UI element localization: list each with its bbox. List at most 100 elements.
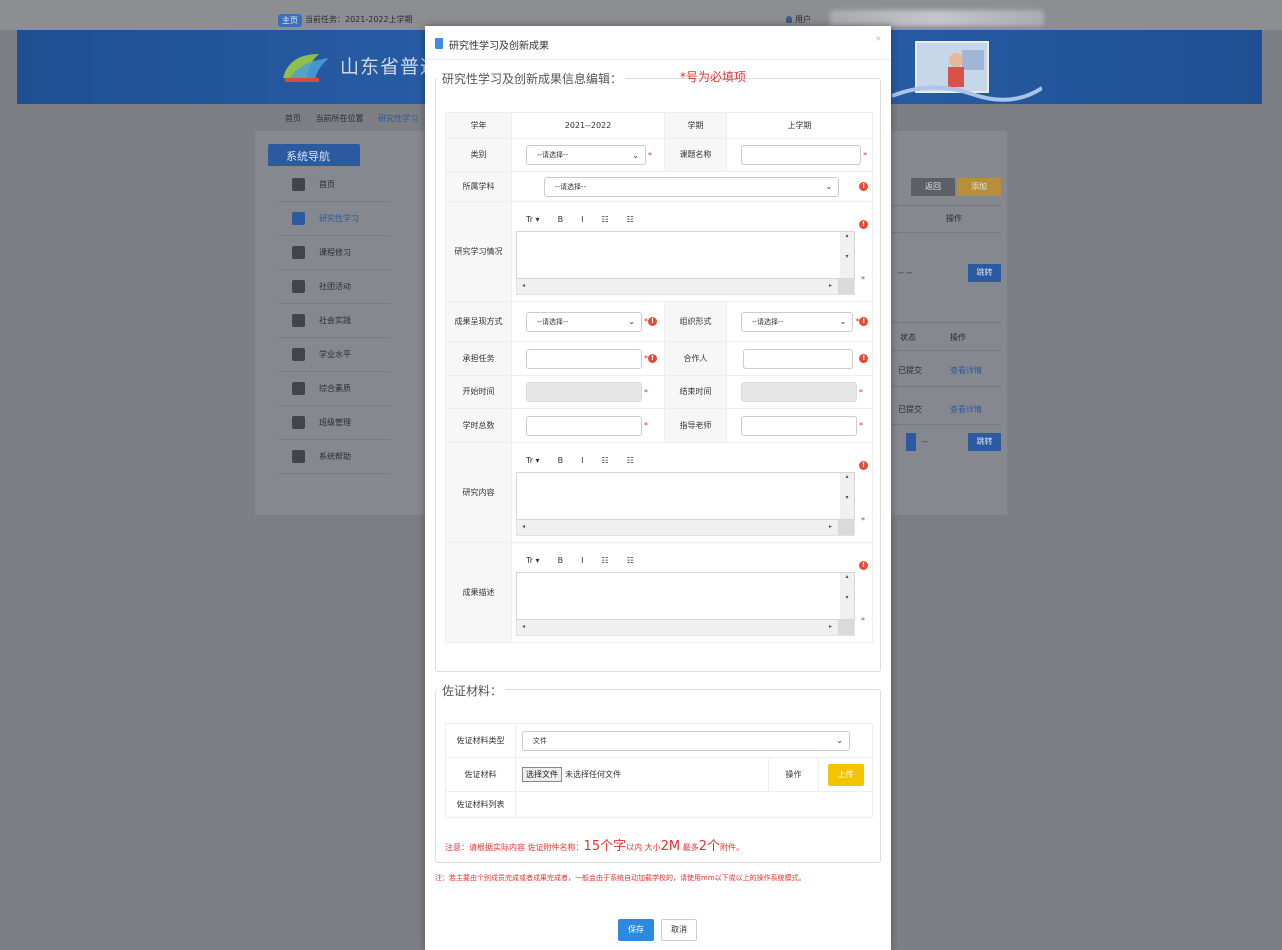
nav-item-research[interactable]: 研究性学习 xyxy=(278,202,390,236)
alert-icon: ! xyxy=(859,219,868,229)
document-icon xyxy=(435,38,443,49)
table-divider xyxy=(891,322,1001,323)
page-number-button[interactable] xyxy=(906,433,916,451)
ordered-list-icon[interactable]: ☷ xyxy=(601,215,608,224)
editor-text-area[interactable]: ▴ ▾ xyxy=(516,571,855,620)
role-input[interactable] xyxy=(526,348,642,369)
editor-text-area[interactable]: ▴ ▾ xyxy=(516,471,855,520)
jump-button[interactable]: 跳转 xyxy=(968,264,1001,282)
horizontal-scrollbar[interactable]: ◂ ▸ xyxy=(516,278,855,295)
attachment-note: 注意：请根据实际内容 佐证附件名称：15个字以内 大小2M 最多2个附件。 xyxy=(445,835,744,854)
vertical-scrollbar[interactable]: ▴ ▾ xyxy=(840,572,854,619)
upload-button[interactable]: 上传 xyxy=(827,763,864,786)
category-select[interactable]: --请选择-- ⌄ xyxy=(526,145,646,165)
summary-editor[interactable]: Tr ▾ B I ☷ ☷ ▴ ▾ ◂ ▸ xyxy=(516,550,855,636)
research-intro-label: 研究学习情况 xyxy=(445,201,512,302)
nav-item-academic[interactable]: 学业水平 xyxy=(278,338,390,372)
nav-item-practice[interactable]: 社会实践 xyxy=(278,304,390,338)
nav-item-help[interactable]: 系统帮助 xyxy=(278,440,390,474)
scroll-left-icon[interactable]: ◂ xyxy=(522,623,525,630)
nav-item-courses[interactable]: 课程修习 xyxy=(278,236,390,270)
briefcase-icon xyxy=(292,280,305,293)
home-tag[interactable]: 主页 xyxy=(278,14,302,27)
org-form-select[interactable]: --请选择-- ⌄ xyxy=(741,311,854,332)
add-button[interactable]: 添加 xyxy=(957,178,1001,196)
save-button[interactable]: 保存 xyxy=(618,919,654,941)
breadcrumb-current[interactable]: 研究性学习 xyxy=(378,114,418,123)
italic-icon[interactable]: I xyxy=(581,556,583,565)
unordered-list-icon[interactable]: ☷ xyxy=(627,215,634,224)
italic-icon[interactable]: I xyxy=(581,215,583,224)
row-detail-link[interactable]: 查看详情 xyxy=(950,365,982,376)
nav-item-class[interactable]: 班级管理 xyxy=(278,406,390,440)
partner-input[interactable] xyxy=(743,348,854,369)
table-divider xyxy=(891,350,1001,351)
role-label: 承担任务 xyxy=(445,341,512,376)
nav-item-clubs[interactable]: 社团活动 xyxy=(278,270,390,304)
edit-icon xyxy=(292,212,305,225)
scroll-left-icon[interactable]: ◂ xyxy=(522,282,525,289)
teacher-input[interactable] xyxy=(741,415,857,436)
start-time-input[interactable] xyxy=(526,382,642,402)
topic-name-input[interactable] xyxy=(741,145,861,165)
scroll-right-icon[interactable]: ▸ xyxy=(829,523,832,530)
hours-input[interactable] xyxy=(526,415,642,436)
chevron-down-icon: ⌄ xyxy=(628,317,635,326)
ordered-list-icon[interactable]: ☷ xyxy=(601,456,608,465)
subject-label: 所属学科 xyxy=(445,171,512,202)
font-size-icon[interactable]: Tr ▾ xyxy=(526,215,540,224)
bold-icon[interactable]: B xyxy=(558,556,564,565)
row-status: 已提交 xyxy=(898,366,922,375)
subject-select[interactable]: --请选择-- ⌄ xyxy=(544,176,840,197)
bold-icon[interactable]: B xyxy=(558,215,564,224)
nav-item-home[interactable]: 首页 xyxy=(278,168,390,202)
required-star: * xyxy=(861,515,865,525)
unordered-list-icon[interactable]: ☷ xyxy=(627,456,634,465)
back-button[interactable]: 返回 xyxy=(911,178,955,196)
ordered-list-icon[interactable]: ☷ xyxy=(601,556,608,565)
content-editor[interactable]: Tr ▾ B I ☷ ☷ ▴ ▾ ◂ ▸ xyxy=(516,450,855,536)
scroll-left-icon[interactable]: ◂ xyxy=(522,523,525,530)
choose-file-button[interactable]: 选择文件 xyxy=(522,767,562,782)
jump-button[interactable]: 跳转 xyxy=(968,433,1001,451)
breadcrumb-home[interactable]: 首页 xyxy=(285,114,301,123)
scroll-right-icon[interactable]: ▸ xyxy=(829,623,832,630)
nav-item-label: 社会实践 xyxy=(319,316,351,325)
note-suffix: 附件。 xyxy=(719,843,744,852)
font-size-icon[interactable]: Tr ▾ xyxy=(526,456,540,465)
blurred-username xyxy=(830,10,1044,26)
no-file-text: 未选择任何文件 xyxy=(565,770,621,779)
alert-icon: ! xyxy=(859,354,868,363)
row-detail-link[interactable]: 查看详情 xyxy=(950,404,982,415)
topic-name-label: 课题名称 xyxy=(664,138,727,172)
horizontal-scrollbar[interactable]: ◂ ▸ xyxy=(516,519,855,536)
end-time-input[interactable] xyxy=(741,382,857,402)
user-info[interactable]: 用户 xyxy=(786,14,811,25)
font-size-icon[interactable]: Tr ▾ xyxy=(526,556,540,565)
result-form-select[interactable]: --请选择-- ⌄ xyxy=(526,311,642,332)
evidence-type-select[interactable]: 文件 ⌄ xyxy=(522,730,850,751)
required-star: * xyxy=(644,421,648,430)
horizontal-scrollbar[interactable]: ◂ ▸ xyxy=(516,619,855,636)
italic-icon[interactable]: I xyxy=(581,456,583,465)
content-label: 研究内容 xyxy=(445,442,512,543)
bold-icon[interactable]: B xyxy=(558,456,564,465)
cancel-button[interactable]: 取消 xyxy=(661,919,697,941)
scroll-right-icon[interactable]: ▸ xyxy=(829,282,832,289)
user-label: 用户 xyxy=(795,15,811,24)
nav-item-quality[interactable]: 综合素质 xyxy=(278,372,390,406)
start-time-label: 开始时间 xyxy=(445,375,512,409)
unordered-list-icon[interactable]: ☷ xyxy=(627,556,634,565)
semester-label: 学期 xyxy=(664,112,727,139)
editor-toolbar: Tr ▾ B I ☷ ☷ xyxy=(516,209,855,231)
note-count-limit: 2个 xyxy=(698,839,720,854)
chevron-down-icon: ⌄ xyxy=(839,317,847,326)
nav-item-label: 社团活动 xyxy=(319,282,351,291)
note-char-limit: 15个字 xyxy=(583,839,627,854)
research-intro-editor[interactable]: Tr ▾ B I ☷ ☷ ▴ ▾ ◂ ▸ xyxy=(516,209,855,295)
editor-text-area[interactable]: ▴ ▾ xyxy=(516,230,855,279)
info-legend: 研究性学习及创新成果信息编辑： xyxy=(438,70,627,87)
vertical-scrollbar[interactable]: ▴ ▾ xyxy=(840,231,854,278)
close-icon[interactable]: × xyxy=(875,34,882,43)
vertical-scrollbar[interactable]: ▴ ▾ xyxy=(840,472,854,519)
